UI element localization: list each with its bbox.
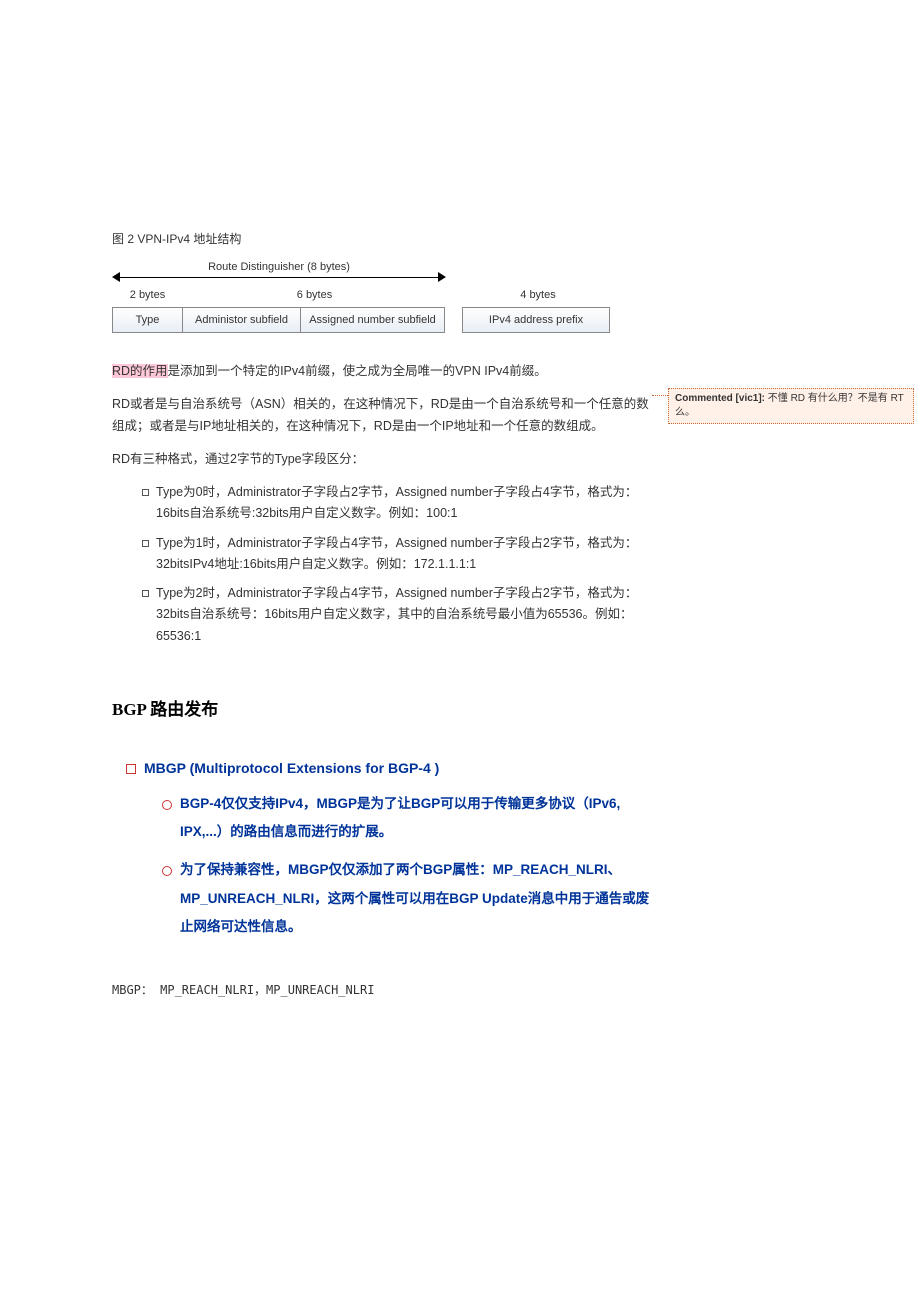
arrow-line — [116, 277, 442, 278]
cell-type: Type — [112, 307, 183, 333]
bytes-label-1: 2 bytes — [112, 289, 183, 301]
list-item: Type为1时，Administrator子字段占4字节，Assigned nu… — [142, 533, 652, 576]
bytes-label-2: 6 bytes — [183, 289, 446, 301]
slide-box: MBGP (Multiprotocol Extensions for BGP-4… — [112, 760, 652, 942]
bytes-label-3: 4 bytes — [464, 289, 612, 301]
slide-item: BGP-4仅仅支持IPv4，MBGP是为了让BGP可以用于传输更多协议（IPv6… — [162, 790, 652, 847]
slide-item: 为了保持兼容性，MBGP仅仅添加了两个BGP属性：MP_REACH_NLRI、M… — [162, 856, 652, 941]
paragraph-3: RD有三种格式，通过2字节的Type字段区分： — [112, 449, 652, 470]
para1-rest: 是添加到一个特定的IPv4前缀，使之成为全局唯一的VPN IPv4前缀。 — [168, 364, 547, 378]
figure-caption: 图 2 VPN-IPv4 地址结构 — [112, 230, 652, 247]
comment-bubble[interactable]: Commented [vic1]: 不懂 RD 有什么用？不是有 RT 么。 — [668, 388, 914, 424]
section-title: BGP 路由发布 — [112, 695, 652, 720]
paragraph-2: RD或者是与自治系统号（ASN）相关的，在这种情况下，RD是由一个自治系统号和一… — [112, 394, 652, 437]
mono-note: MBGP： MP_REACH_NLRI，MP_UNREACH_NLRI — [112, 981, 652, 998]
cell-ipv4-prefix: IPv4 address prefix — [462, 307, 610, 333]
list-item: Type为0时，Administrator子字段占2字节，Assigned nu… — [142, 482, 652, 525]
table-row: Type Administor subfield Assigned number… — [112, 307, 652, 333]
main-content: 图 2 VPN-IPv4 地址结构 Route Distinguisher (8… — [112, 230, 652, 998]
highlight-rd: RD的作用 — [112, 364, 168, 378]
rd-format-list: Type为0时，Administrator子字段占2字节，Assigned nu… — [112, 482, 652, 647]
vpn-ipv4-diagram: Route Distinguisher (8 bytes) 2 bytes 6 … — [112, 267, 652, 333]
arrow-row: Route Distinguisher (8 bytes) — [112, 267, 652, 287]
slide-list: BGP-4仅仅支持IPv4，MBGP是为了让BGP可以用于传输更多协议（IPv6… — [126, 790, 652, 942]
arrow-right-icon — [438, 272, 446, 282]
page-container: 图 2 VPN-IPv4 地址结构 Route Distinguisher (8… — [0, 0, 920, 1298]
list-item: Type为2时，Administrator子字段占4字节，Assigned nu… — [142, 583, 652, 647]
comment-label: Commented [vic1]: — [675, 393, 765, 404]
cell-admin: Administor subfield — [182, 307, 301, 333]
bytes-row: 2 bytes 6 bytes 4 bytes — [112, 289, 652, 301]
arrow-label: Route Distinguisher (8 bytes) — [112, 261, 446, 273]
slide-heading: MBGP (Multiprotocol Extensions for BGP-4… — [126, 760, 652, 776]
comment-connector — [652, 395, 668, 396]
paragraph-1: RD的作用是添加到一个特定的IPv4前缀，使之成为全局唯一的VPN IPv4前缀… — [112, 361, 652, 382]
cell-assigned: Assigned number subfield — [300, 307, 445, 333]
